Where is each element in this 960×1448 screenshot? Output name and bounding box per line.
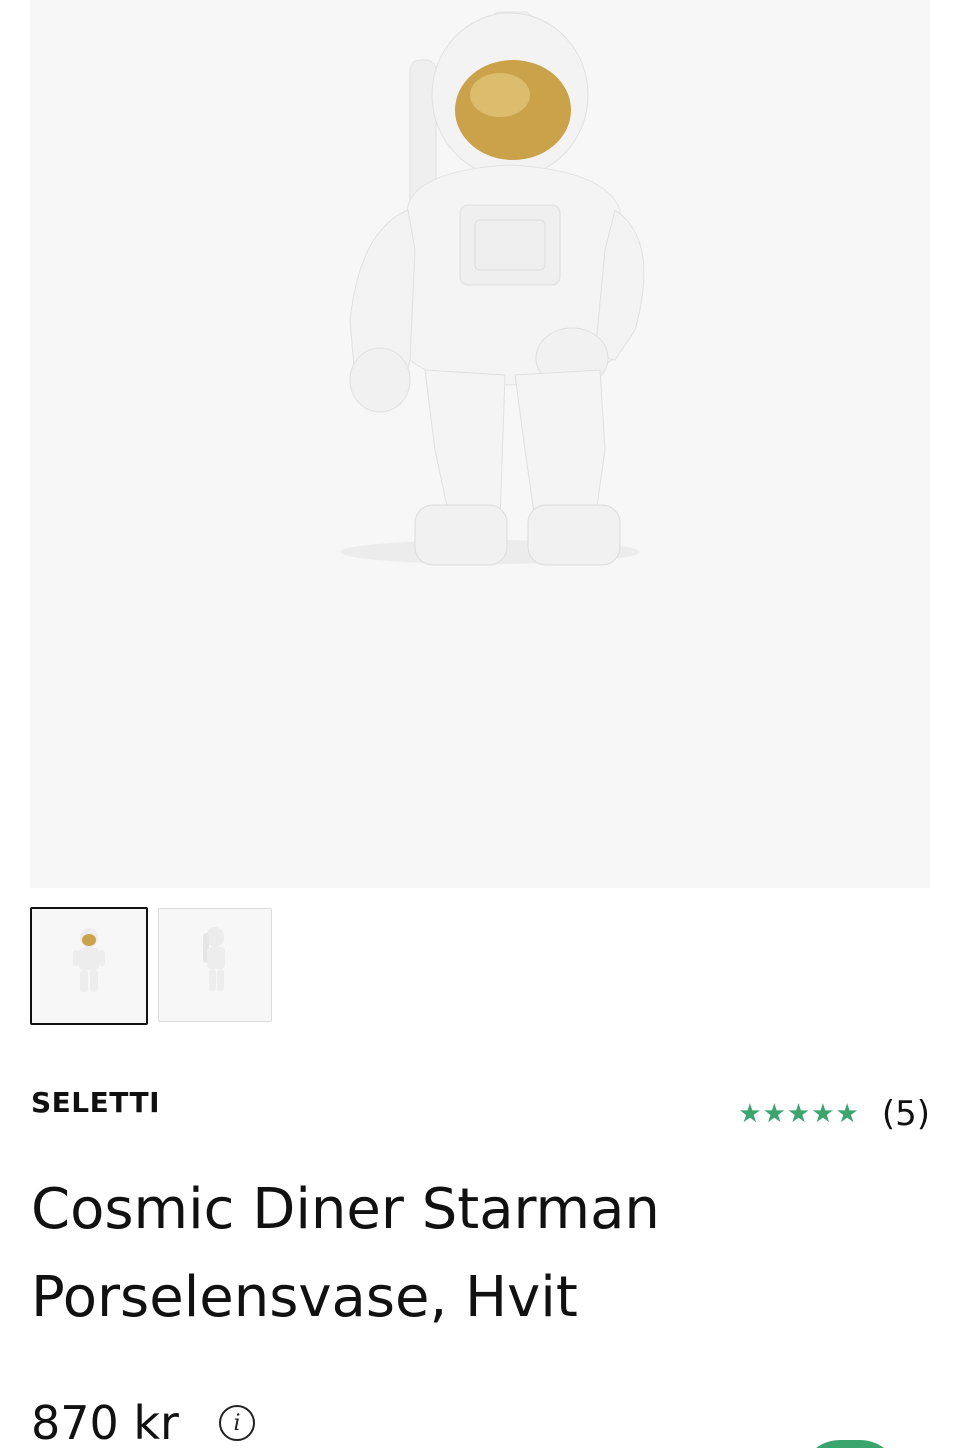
astronaut-vase-image xyxy=(340,11,645,566)
info-icon[interactable]: i xyxy=(218,1405,255,1441)
product-page: SELETTI ★★★★★ (5) Cosmic Diner Starman P… xyxy=(0,0,960,1448)
astronaut-front-thumbnail xyxy=(73,928,105,992)
thumbnail-strip xyxy=(30,907,272,1025)
star-rating-icon: ★★★★★ xyxy=(738,1099,860,1129)
review-count[interactable]: (5) xyxy=(882,1094,930,1134)
thumbnail-2[interactable] xyxy=(158,908,272,1022)
price-row: 870 kr i xyxy=(31,1396,255,1448)
product-title: Cosmic Diner Starman Porselensvase, Hvit xyxy=(31,1166,911,1342)
price: 870 kr xyxy=(31,1396,179,1448)
floating-action-button[interactable] xyxy=(800,1440,900,1448)
thumbnail-1[interactable] xyxy=(30,907,148,1025)
product-title-line-1: Cosmic Diner Starman xyxy=(31,1177,660,1242)
rating[interactable]: ★★★★★ (5) xyxy=(738,1094,930,1134)
product-title-line-2: Porselensvase, Hvit xyxy=(31,1265,578,1330)
astronaut-side-thumbnail xyxy=(203,927,225,991)
main-product-image[interactable] xyxy=(30,0,930,888)
brand-name[interactable]: SELETTI xyxy=(31,1086,160,1119)
